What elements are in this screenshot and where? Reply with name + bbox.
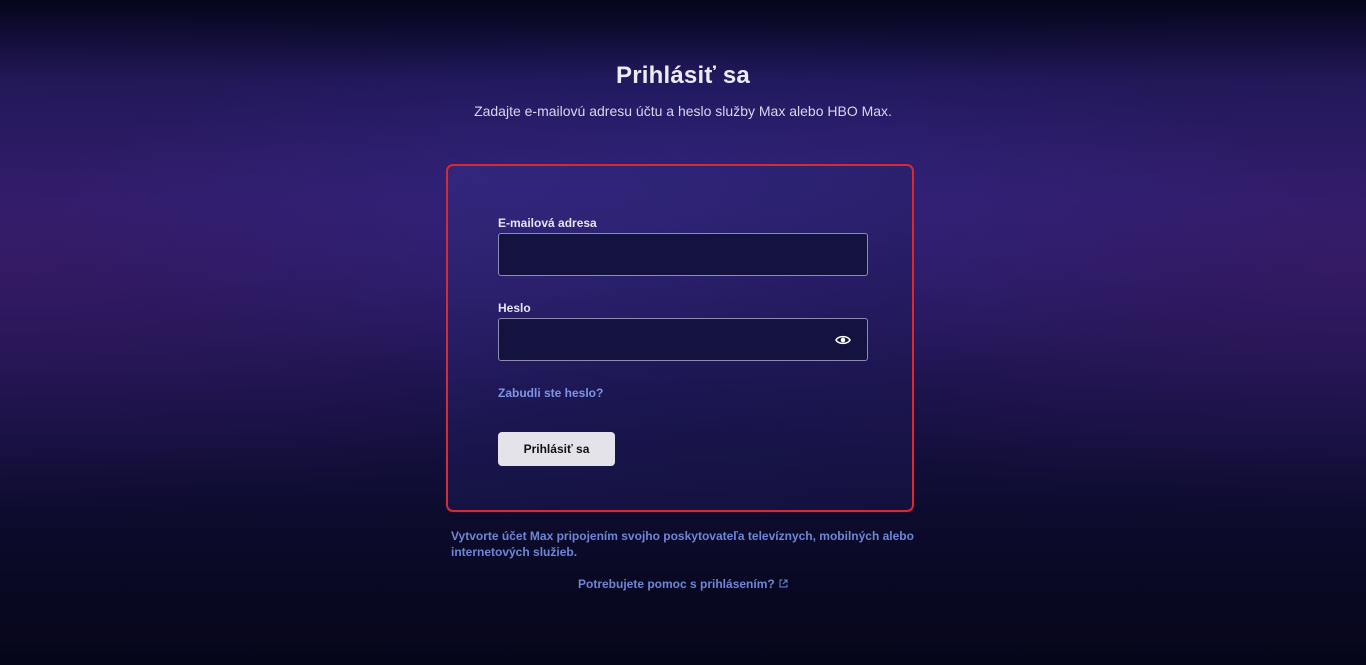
create-account-link[interactable]: Vytvorte účet Max pripojením svojho posk…: [451, 528, 921, 560]
sign-in-help-label: Potrebujete pomoc s prihlásením?: [578, 577, 775, 591]
page-subtitle: Zadajte e-mailovú adresu účtu a heslo sl…: [474, 103, 892, 119]
eye-icon[interactable]: [833, 330, 853, 350]
sign-in-help-link[interactable]: Potrebujete pomoc s prihlásením?: [578, 577, 788, 591]
login-form-card: E-mailová adresa Heslo Zabudli ste heslo…: [446, 164, 914, 512]
external-link-icon: [779, 577, 788, 591]
page-title: Prihlásiť sa: [616, 62, 750, 89]
password-field[interactable]: [498, 318, 868, 361]
sign-in-button[interactable]: Prihlásiť sa: [498, 432, 615, 466]
forgot-password-link[interactable]: Zabudli ste heslo?: [498, 386, 603, 400]
email-field[interactable]: [498, 233, 868, 276]
password-label: Heslo: [498, 301, 531, 315]
email-label: E-mailová adresa: [498, 216, 597, 230]
